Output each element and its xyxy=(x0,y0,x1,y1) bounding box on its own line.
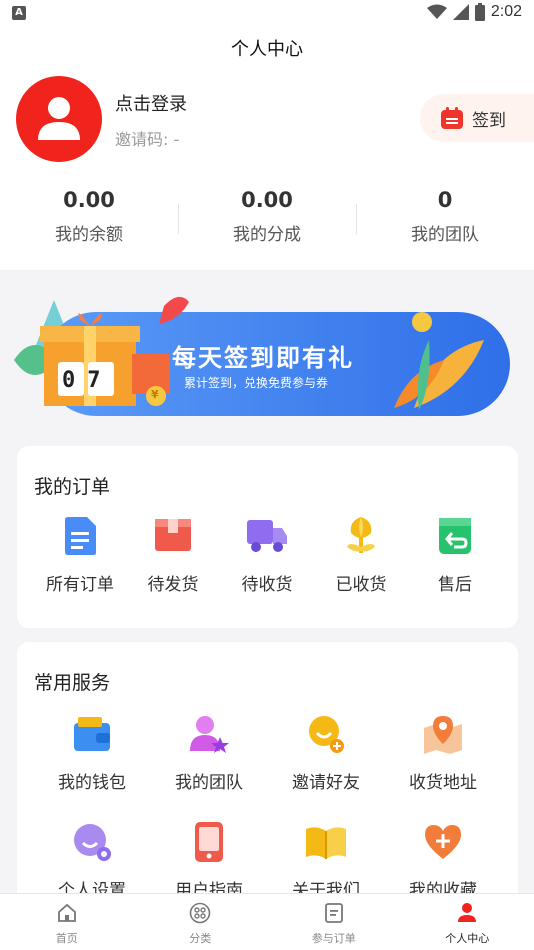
settings-icon xyxy=(70,820,114,864)
order-icon xyxy=(324,903,343,923)
service-settings[interactable]: 个人设置 xyxy=(42,820,142,901)
stat-balance[interactable]: 0.00 我的余额 xyxy=(0,184,178,254)
service-wallet[interactable]: 我的钱包 xyxy=(42,712,142,793)
service-favorites[interactable]: 我的收藏 xyxy=(393,820,493,901)
banner-counter: 07 xyxy=(62,368,113,393)
service-address[interactable]: 收货地址 xyxy=(393,712,493,793)
tab-label: 首页 xyxy=(55,932,78,945)
guide-icon xyxy=(187,820,231,864)
banner-title: 每天签到即有礼 xyxy=(172,344,354,372)
service-guide[interactable]: 用户指南 xyxy=(159,820,259,901)
calendar-icon xyxy=(441,107,463,129)
page-title: 个人中心 xyxy=(231,39,303,60)
truck-icon xyxy=(245,514,289,558)
tab-category[interactable]: 分类 xyxy=(134,894,268,950)
order-pending-ship[interactable]: 待发货 xyxy=(128,514,218,595)
flower-icon xyxy=(339,514,383,558)
service-about[interactable]: 关于我们 xyxy=(276,820,376,901)
banner-coin: ¥ xyxy=(151,388,159,401)
order-after-sales[interactable]: 售后 xyxy=(410,514,500,595)
stat-commission[interactable]: 0.00 我的分成 xyxy=(178,184,356,254)
bottom-tab-bar: 首页 分类 参与订单 个人中心 xyxy=(0,893,534,950)
tab-home[interactable]: 首页 xyxy=(0,894,134,950)
stat-label: 我的团队 xyxy=(411,225,479,245)
user-avatar-icon xyxy=(38,97,80,140)
stat-value: 0.00 xyxy=(63,188,115,212)
heart-icon xyxy=(421,820,465,864)
invite-icon xyxy=(304,712,348,756)
order-label: 所有订单 xyxy=(46,575,114,595)
login-link[interactable]: 点击登录 xyxy=(115,90,187,116)
stat-label: 我的余额 xyxy=(55,225,123,245)
order-label: 售后 xyxy=(438,575,472,595)
order-label: 待收货 xyxy=(241,575,293,595)
checkin-label: 签到 xyxy=(472,110,506,131)
order-all[interactable]: 所有订单 xyxy=(35,514,125,595)
document-icon xyxy=(58,514,102,558)
service-label: 我的钱包 xyxy=(58,773,126,793)
tab-profile[interactable]: 个人中心 xyxy=(401,894,534,950)
map-pin-icon xyxy=(421,712,465,756)
tab-label: 个人中心 xyxy=(445,932,490,945)
battery-icon xyxy=(474,3,485,21)
book-icon xyxy=(304,820,348,864)
service-label: 收货地址 xyxy=(409,773,477,793)
stat-value: 0 xyxy=(437,188,453,212)
signal-icon xyxy=(452,4,469,20)
clock: 2:02 xyxy=(490,3,522,20)
services-title: 常用服务 xyxy=(34,672,111,694)
notification-a-icon: A xyxy=(12,6,26,20)
checkin-banner[interactable]: 07 ¥ 每天签到即有礼 累计签到，兑换免费参与券 xyxy=(14,290,518,420)
team-icon xyxy=(187,712,231,756)
tab-label: 分类 xyxy=(189,932,212,945)
stats-row: 0.00 我的余额 0.00 我的分成 0 我的团队 xyxy=(0,184,534,254)
order-pending-receive[interactable]: 待收货 xyxy=(222,514,312,595)
user-icon xyxy=(458,903,477,922)
stat-label: 我的分成 xyxy=(233,225,301,245)
wallet-icon xyxy=(70,712,114,756)
order-received[interactable]: 已收货 xyxy=(316,514,406,595)
package-icon xyxy=(151,514,195,558)
orders-title: 我的订单 xyxy=(34,476,111,498)
service-team[interactable]: 我的团队 xyxy=(159,712,259,793)
banner-subtitle: 累计签到，兑换免费参与券 xyxy=(184,376,329,390)
top-bar: 个人中心 xyxy=(0,28,534,72)
tab-orders[interactable]: 参与订单 xyxy=(267,894,401,950)
home-icon xyxy=(57,903,76,922)
category-icon xyxy=(189,902,211,924)
stat-team[interactable]: 0 我的团队 xyxy=(356,184,534,254)
services-card: 常用服务 我的钱包 我的团队 邀请好友 收货地址 个人设置 用户指南 关于我们 … xyxy=(17,642,518,904)
orders-card: 我的订单 所有订单 待发货 待收货 已收货 售后 xyxy=(17,446,518,628)
invite-code: 邀请码: - xyxy=(115,130,180,149)
tab-label: 参与订单 xyxy=(311,932,356,945)
service-invite[interactable]: 邀请好友 xyxy=(276,712,376,793)
service-label: 邀请好友 xyxy=(292,773,360,793)
checkin-button[interactable]: 签到 xyxy=(420,94,534,142)
status-icons: 2:02 xyxy=(426,3,522,21)
service-label: 我的团队 xyxy=(175,773,243,793)
profile-section: 点击登录 邀请码: - 签到 0.00 我的余额 0.00 我的分成 0 我的团… xyxy=(0,72,534,270)
avatar[interactable] xyxy=(16,76,102,162)
order-label: 待发货 xyxy=(147,575,199,595)
order-label: 已收货 xyxy=(335,575,387,595)
wifi-icon xyxy=(426,4,447,19)
stat-value: 0.00 xyxy=(241,188,293,212)
status-bar: A 2:02 xyxy=(0,0,534,28)
return-icon xyxy=(433,514,477,558)
